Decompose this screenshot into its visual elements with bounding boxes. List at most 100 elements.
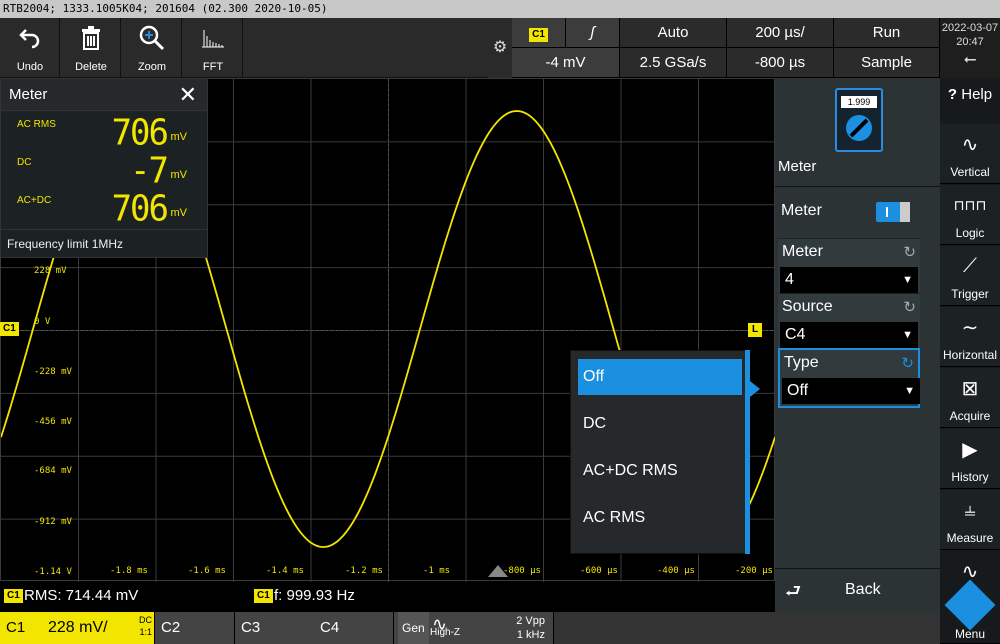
- menu-label: Horizontal: [942, 348, 998, 362]
- type-select-group: Type ↻ Off ▼: [778, 348, 920, 408]
- multimeter-icon-value: 1.999: [841, 96, 877, 108]
- toolbar: Undo Delete Zoom FFT: [0, 18, 512, 78]
- type-option-dc[interactable]: DC: [578, 406, 742, 442]
- menu-vertical[interactable]: ∿ Vertical: [940, 124, 1000, 184]
- channel-4-label: C4: [320, 619, 340, 636]
- probe-ratio: 1:1: [139, 627, 152, 637]
- channel-1-button[interactable]: C1 228 mV/ DC 1:1: [0, 612, 155, 644]
- coupling: DC: [139, 615, 152, 625]
- meter-panel: Meter ✕ AC RMS 706 mV DC -7 mV AC+DC 706…: [0, 78, 208, 258]
- back-label: Back: [845, 581, 881, 598]
- zoom-button[interactable]: Zoom: [122, 18, 182, 78]
- meter-row-dc: DC -7 mV: [1, 149, 207, 192]
- meter-row-unit: mV: [170, 169, 188, 181]
- title-bar: RTB2004; 1333.1005K04; 201604 (02.300 20…: [0, 0, 1000, 18]
- channel-2-button[interactable]: C2: [155, 612, 235, 644]
- reset-icon[interactable]: ↻: [901, 354, 914, 372]
- trigger-slope-cell[interactable]: ʃ: [566, 18, 620, 48]
- x-axis-label: -200 µs: [735, 566, 773, 576]
- settings-gear-button[interactable]: ⚙: [488, 18, 512, 78]
- undo-button[interactable]: Undo: [0, 18, 60, 78]
- measurement-1[interactable]: RMS: 714.44 mV: [24, 587, 138, 604]
- trigger-level-marker[interactable]: L: [748, 323, 763, 337]
- back-button[interactable]: ⮐ Back: [775, 568, 940, 612]
- meter-header: Meter ✕: [1, 79, 207, 111]
- menu-label: Vertical: [950, 165, 990, 179]
- delete-button[interactable]: Delete: [61, 18, 121, 78]
- menu-acquire[interactable]: ⊠ Acquire: [940, 368, 1000, 428]
- meter-row-ac-rms: AC RMS 706 mV: [1, 111, 207, 154]
- type-option-ac-dc-rms[interactable]: AC+DC RMS: [578, 453, 742, 489]
- channel-4-button[interactable]: C4: [314, 612, 394, 644]
- menu-history[interactable]: ▶ History: [940, 429, 1000, 489]
- channel-2-label: C2: [161, 619, 181, 636]
- source-select-label: Source: [782, 298, 833, 315]
- meter-toggle-label: Meter: [781, 202, 822, 219]
- type-select-label: Type: [784, 354, 819, 371]
- zoom-label: Zoom: [137, 61, 167, 73]
- y-axis-label: -912 mV: [34, 517, 72, 527]
- fft-button[interactable]: FFT: [183, 18, 243, 78]
- channel-1-marker[interactable]: C1: [0, 322, 19, 336]
- trigger-level: -4 mV: [545, 54, 586, 71]
- measurement-bar: C1 RMS: 714.44 mV C1 f: 999.93 Hz: [0, 582, 775, 610]
- acq-mode-cell[interactable]: Sample: [834, 48, 940, 78]
- menu-label: Acquire: [949, 409, 991, 423]
- menu-horizontal[interactable]: ∼ Horizontal: [940, 307, 1000, 367]
- source-select[interactable]: C4 ▼: [780, 322, 918, 348]
- y-axis-label: -684 mV: [34, 466, 72, 476]
- menu-label: Logic: [955, 226, 985, 240]
- generator-label: Gen: [398, 612, 429, 644]
- menu-logic[interactable]: ⊓⊓⊓ Logic: [940, 185, 1000, 245]
- meter-row-unit: mV: [170, 207, 188, 219]
- trigger-level-cell[interactable]: -4 mV: [512, 48, 620, 78]
- acquire-icon: ⊠: [961, 377, 979, 400]
- zoom-icon: [122, 24, 182, 52]
- position-cell[interactable]: -800 µs: [727, 48, 834, 78]
- main-menu: ? Help ∿ Vertical ⊓⊓⊓ Logic ⟋ Trigger ∼ Hori…: [940, 78, 1000, 644]
- menu-label: Menu: [954, 627, 986, 641]
- timebase-cell[interactable]: 200 µs/: [727, 18, 834, 48]
- reset-icon[interactable]: ↻: [903, 243, 916, 261]
- type-select-value: Off: [787, 382, 809, 399]
- help-button[interactable]: ? Help: [940, 86, 1000, 103]
- chevron-down-icon: ▼: [904, 385, 915, 397]
- trigger-position-marker[interactable]: [488, 565, 508, 577]
- meter-row-value: -7: [130, 150, 169, 192]
- channel-1-coupling: DC 1:1: [139, 614, 152, 638]
- type-option-off[interactable]: Off: [578, 359, 742, 395]
- trigger-icon: ⟋: [963, 254, 977, 277]
- usb-icon: ⭠: [963, 51, 977, 68]
- channel-3-button[interactable]: C3: [235, 612, 315, 644]
- generator-impedance: High-Z: [430, 627, 461, 638]
- trigger-mode-cell[interactable]: Auto: [620, 18, 727, 48]
- run-stop-cell[interactable]: Run: [834, 18, 940, 48]
- y-axis-label: -1.14 V: [34, 567, 72, 577]
- source-select-value: C4: [785, 326, 806, 343]
- x-axis-label: -1.2 ms: [345, 566, 383, 576]
- menu-trigger[interactable]: ⟋ Trigger: [940, 246, 1000, 306]
- channel-1-label: C1: [6, 619, 26, 636]
- y-axis-label: -456 mV: [34, 417, 72, 427]
- sample-rate-cell[interactable]: 2.5 GSa/s: [620, 48, 727, 78]
- x-axis-label: -800 µs: [503, 566, 541, 576]
- meter-select-group: Meter ↻ 4 ▼: [778, 238, 920, 298]
- menu-menu[interactable]: ∿ Menu: [940, 551, 1000, 644]
- meter-toggle[interactable]: [876, 202, 910, 222]
- help-label: Help: [961, 86, 993, 103]
- menu-measure[interactable]: ⫨ Measure: [940, 490, 1000, 550]
- type-option-ac-rms[interactable]: AC RMS: [578, 500, 742, 536]
- horizontal-position: -800 µs: [754, 54, 806, 71]
- y-axis-label: 0 V: [34, 317, 51, 327]
- generator-button[interactable]: Gen ∿ High-Z 2 Vpp 1 kHz: [394, 612, 554, 644]
- back-arrow-icon: ⮐: [785, 581, 802, 601]
- channel-bar: C1 228 mV/ DC 1:1 C2 C3 C4 Gen ∿ High-Z 2…: [0, 612, 940, 644]
- delete-label: Delete: [75, 61, 107, 73]
- date: 2022-03-07: [941, 22, 999, 34]
- meter-select[interactable]: 4 ▼: [780, 267, 918, 293]
- measurement-2[interactable]: f: 999.93 Hz: [274, 587, 355, 604]
- type-select[interactable]: Off ▼: [782, 378, 920, 404]
- trigger-source-cell[interactable]: C1: [512, 18, 566, 48]
- reset-icon[interactable]: ↻: [903, 298, 916, 316]
- close-icon[interactable]: ✕: [179, 79, 197, 111]
